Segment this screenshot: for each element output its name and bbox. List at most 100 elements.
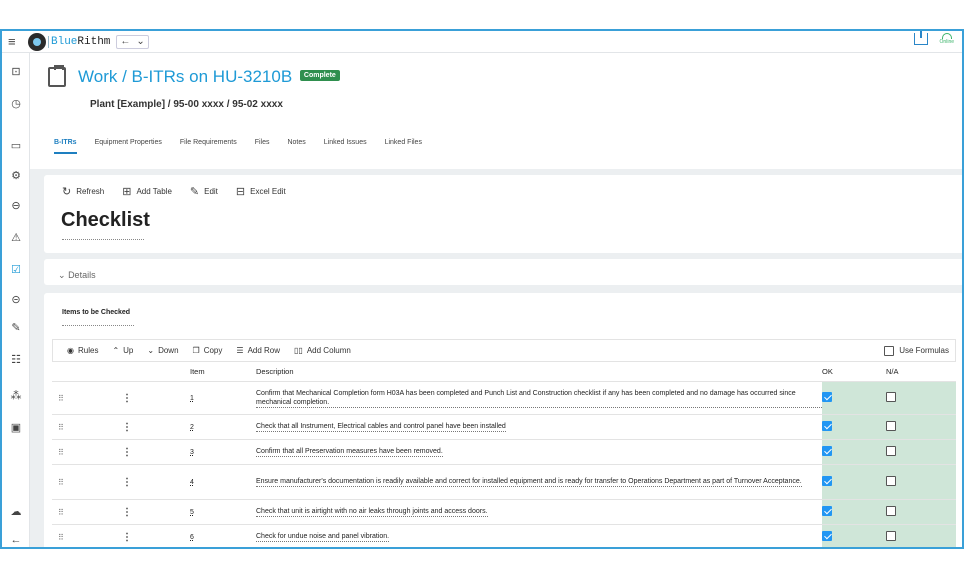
down-button[interactable]: ⌄ Down — [147, 346, 178, 355]
drag-handle-icon[interactable]: ⠿ — [52, 499, 122, 525]
ok-cell[interactable] — [822, 524, 886, 547]
ok-column-header[interactable]: OK — [822, 361, 886, 382]
ok-cell[interactable] — [822, 439, 886, 465]
row-menu-icon[interactable]: ⋮ — [122, 464, 190, 500]
na-checkbox[interactable] — [886, 446, 896, 456]
ok-checkbox[interactable] — [822, 531, 832, 541]
wrench-icon[interactable]: ✎ — [9, 321, 23, 335]
description-column-header[interactable]: Description — [256, 361, 822, 382]
row-menu-icon[interactable]: ⋮ — [122, 499, 190, 525]
row-menu-icon[interactable]: ⋮ — [122, 439, 190, 465]
na-checkbox[interactable] — [886, 476, 896, 486]
edit-button[interactable]: ✎ Edit — [190, 185, 218, 198]
item-description[interactable]: Confirm that all Preservation measures h… — [256, 439, 822, 465]
na-cell[interactable] — [886, 499, 956, 525]
add-column-button[interactable]: ▯▯ Add Column — [294, 346, 351, 355]
inbox-icon[interactable]: ▭ — [9, 139, 23, 153]
refresh-button[interactable]: ↻ Refresh — [62, 185, 104, 198]
ok-checkbox[interactable] — [822, 476, 832, 486]
items-section-title: Items to be Checked — [62, 309, 131, 316]
use-formulas-toggle[interactable]: Use Formulas — [884, 345, 949, 356]
na-cell[interactable] — [886, 381, 956, 415]
item-description[interactable]: Check that unit is airtight with no air … — [256, 499, 822, 525]
table-row[interactable]: ⠿ ⋮ 3 Confirm that all Preservation measure… — [52, 439, 956, 465]
drag-handle-icon[interactable]: ⠿ — [52, 524, 122, 547]
eye-icon: ◉ — [67, 346, 74, 355]
details-panel[interactable]: ⌄ Details — [44, 259, 962, 285]
drag-handle-icon[interactable]: ⠿ — [52, 414, 122, 440]
table-row[interactable]: ⠿ ⋮ 4 Ensure manufacturer's documentation i… — [52, 464, 956, 500]
cloud-icon[interactable]: ☁ — [9, 505, 23, 519]
tab-notes[interactable]: Notes — [287, 139, 305, 154]
settings-icon[interactable]: ⚙ — [9, 169, 23, 183]
history-icon[interactable]: ◷ — [9, 97, 23, 111]
table-row[interactable]: ⠿ ⋮ 2 Check that all Instrument, Electrical… — [52, 414, 956, 440]
checklist-icon[interactable]: ☑ — [9, 263, 23, 277]
ok-checkbox[interactable] — [822, 392, 832, 402]
download-icon[interactable] — [913, 31, 928, 45]
calendar-icon[interactable]: ▣ — [9, 421, 23, 435]
table-row[interactable]: ⠿ ⋮ 5 Check that unit is airtight with no a… — [52, 499, 956, 525]
nav-controls[interactable]: ← ⌄ — [116, 34, 149, 49]
na-checkbox[interactable] — [886, 392, 896, 402]
na-column-header[interactable]: N/A — [886, 361, 956, 382]
row-menu-icon[interactable]: ⋮ — [122, 414, 190, 440]
ok-cell[interactable] — [822, 464, 886, 500]
add-table-button[interactable]: ⊞ Add Table — [122, 185, 172, 198]
na-cell[interactable] — [886, 414, 956, 440]
warning-icon[interactable]: ⚠ — [9, 231, 23, 245]
na-checkbox[interactable] — [886, 531, 896, 541]
na-cell[interactable] — [886, 464, 956, 500]
drag-handle-icon[interactable]: ⠿ — [52, 381, 122, 415]
ok-checkbox[interactable] — [822, 446, 832, 456]
rules-button[interactable]: ◉ Rules — [67, 346, 98, 355]
ok-checkbox[interactable] — [822, 421, 832, 431]
archive-icon[interactable]: ⊖ — [9, 199, 23, 213]
na-cell[interactable] — [886, 524, 956, 547]
sliders-icon[interactable]: ☷ — [9, 353, 23, 367]
item-description[interactable]: Confirm that Mechanical Completion form … — [256, 381, 822, 415]
na-checkbox[interactable] — [886, 421, 896, 431]
copy-button[interactable]: ❐ Copy — [193, 346, 223, 355]
table-icon: ⊞ — [122, 186, 132, 198]
checklist-title: Checklist — [61, 209, 150, 231]
item-description[interactable]: Check that all Instrument, Electrical ca… — [256, 414, 822, 440]
ok-cell[interactable] — [822, 381, 886, 415]
add-row-button[interactable]: ☰ Add Row — [236, 346, 280, 355]
network-icon[interactable]: ⁂ — [9, 389, 23, 403]
drag-handle-icon[interactable]: ⠿ — [52, 464, 122, 500]
dashboard-icon[interactable]: ⊡ — [9, 65, 23, 79]
details-toggle[interactable]: ⌄ Details — [58, 270, 96, 281]
chevron-down-icon: ⌄ — [58, 270, 66, 280]
table-row[interactable]: ⠿ ⋮ 6 Check for undue noise and panel vibra… — [52, 524, 956, 547]
tag-icon[interactable]: ⊝ — [9, 293, 23, 307]
item-description[interactable]: Ensure manufacturer's documentation is r… — [256, 464, 822, 500]
na-cell[interactable] — [886, 439, 956, 465]
back-arrow-icon[interactable]: ← — [120, 36, 130, 47]
table-row[interactable]: ⠿ ⋮ 1 Confirm that Mechanical Completion fo… — [52, 381, 956, 415]
excel-edit-button[interactable]: ⊟ Excel Edit — [236, 185, 286, 198]
drag-handle-icon[interactable]: ⠿ — [52, 439, 122, 465]
chevron-down-icon[interactable]: ⌄ — [136, 36, 144, 47]
ok-cell[interactable] — [822, 499, 886, 525]
row-menu-icon[interactable]: ⋮ — [122, 381, 190, 415]
tab-files[interactable]: Files — [255, 139, 270, 154]
tab-b-itrs[interactable]: B-ITRs — [54, 139, 77, 154]
up-button[interactable]: ⌃ Up — [112, 346, 133, 355]
item-number: 5 — [190, 499, 256, 525]
collapse-arrow-icon[interactable]: ← — [9, 533, 23, 547]
tab-file-requirements[interactable]: File Requirements — [180, 139, 237, 154]
use-formulas-checkbox[interactable] — [884, 345, 895, 356]
tab-linked-files[interactable]: Linked Files — [385, 139, 422, 154]
ok-checkbox[interactable] — [822, 506, 832, 516]
item-description[interactable]: Check for undue noise and panel vibratio… — [256, 524, 822, 547]
menu-icon[interactable]: ≡ — [8, 35, 22, 48]
item-column-header[interactable]: Item — [190, 361, 256, 382]
ok-cell[interactable] — [822, 414, 886, 440]
tab-equipment-properties[interactable]: Equipment Properties — [95, 139, 162, 154]
checklist-card: ↻ Refresh ⊞ Add Table ✎ Edit ⊟ Excel Edit Ch… — [44, 175, 962, 253]
tab-linked-issues[interactable]: Linked Issues — [324, 139, 367, 154]
row-menu-icon[interactable]: ⋮ — [122, 524, 190, 547]
copy-icon: ❐ — [192, 346, 200, 355]
na-checkbox[interactable] — [886, 506, 896, 516]
